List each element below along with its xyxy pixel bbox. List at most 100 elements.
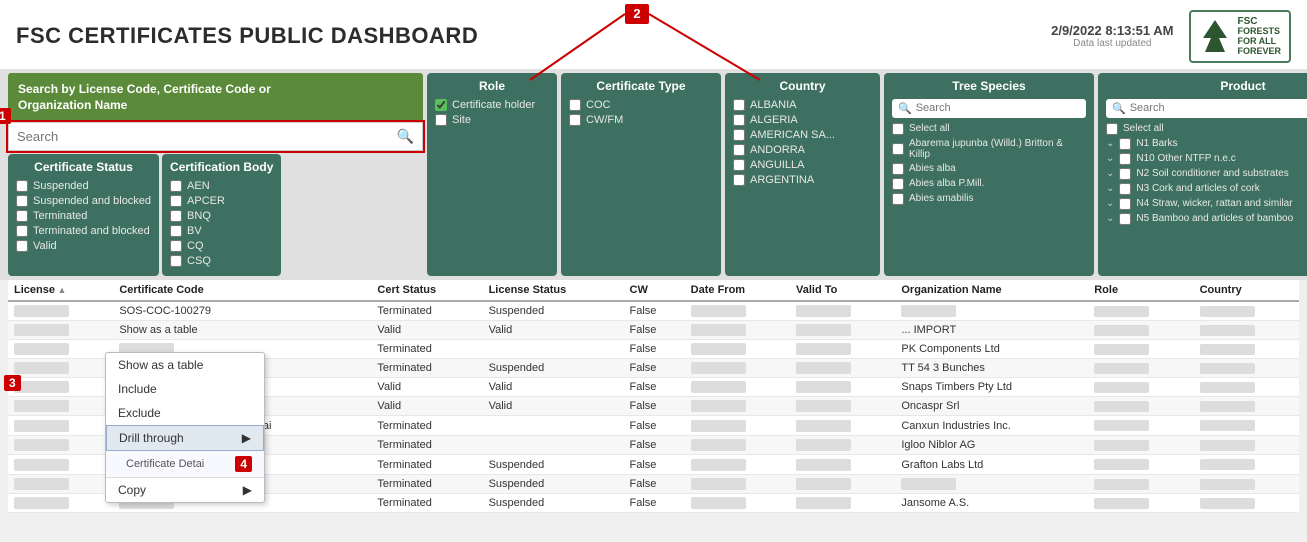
- cell-role: [1088, 416, 1193, 436]
- cell-role: [1088, 301, 1193, 321]
- country-item[interactable]: ARGENTINA: [733, 174, 872, 186]
- tree-species-checkbox[interactable]: [892, 123, 904, 135]
- cert-status-checkbox[interactable]: [16, 210, 28, 222]
- cert-body-item[interactable]: BV: [170, 225, 273, 237]
- tree-species-item[interactable]: Abarema jupunba (Willd.) Britton & Killi…: [892, 138, 1086, 160]
- product-search-input[interactable]: [1130, 102, 1307, 114]
- country-item[interactable]: ALGERIA: [733, 114, 872, 126]
- tree-species-item[interactable]: Abies alba: [892, 163, 1086, 175]
- tree-species-search-input[interactable]: [916, 102, 1080, 114]
- cell-license: [8, 455, 113, 475]
- cert-status-checkbox[interactable]: [16, 180, 28, 192]
- cert-type-checkbox[interactable]: [569, 99, 581, 111]
- cert-body-checkbox[interactable]: [170, 195, 182, 207]
- cert-status-item[interactable]: Terminated and blocked: [16, 225, 151, 237]
- tree-species-item[interactable]: Abies alba P.Mill.: [892, 178, 1086, 190]
- cert-body-item[interactable]: APCER: [170, 195, 273, 207]
- search-input-area: 1 🔍: [8, 122, 423, 151]
- cell-date-from: [685, 301, 790, 321]
- tree-species-checkbox[interactable]: [892, 178, 904, 190]
- cert-status-item[interactable]: Suspended and blocked: [16, 195, 151, 207]
- tree-species-checkbox[interactable]: [892, 143, 904, 155]
- cell-org-name: Oncaspr Srl: [895, 397, 1088, 416]
- country-label: AMERICAN SA...: [750, 129, 835, 141]
- cert-body-checkbox[interactable]: [170, 240, 182, 252]
- country-checkbox[interactable]: [733, 99, 745, 111]
- role-checkbox[interactable]: [435, 114, 447, 126]
- country-item[interactable]: AMERICAN SA...: [733, 129, 872, 141]
- cert-body-checkbox[interactable]: [170, 180, 182, 192]
- product-item[interactable]: ⌄ N3 Cork and articles of cork: [1106, 183, 1307, 195]
- table-row[interactable]: SOS-COC-100279 Terminated Suspended Fals…: [8, 301, 1299, 321]
- country-checkbox[interactable]: [733, 144, 745, 156]
- search-label: Search by License Code, Certificate Code…: [18, 81, 413, 115]
- tree-species-checkbox[interactable]: [892, 163, 904, 175]
- tree-species-checkbox[interactable]: [892, 193, 904, 205]
- country-checkbox[interactable]: [733, 114, 745, 126]
- product-item[interactable]: ⌄ N5 Bamboo and articles of bamboo: [1106, 213, 1307, 225]
- cell-license-status: Valid: [483, 321, 624, 340]
- product-search[interactable]: 🔍: [1106, 99, 1307, 118]
- cert-body-checkbox[interactable]: [170, 225, 182, 237]
- context-menu-item-cert-detail[interactable]: Certificate Detai4: [106, 451, 264, 477]
- table-row[interactable]: Show as a table Valid Valid False ... IM…: [8, 321, 1299, 340]
- role-title: Role: [435, 79, 549, 93]
- role-items: Certificate holder Site: [435, 99, 549, 126]
- cell-date-from: [685, 359, 790, 378]
- country-item[interactable]: ALBANIA: [733, 99, 872, 111]
- product-item[interactable]: ⌄ N10 Other NTFP n.e.c: [1106, 153, 1307, 165]
- cert-status-checkbox[interactable]: [16, 240, 28, 252]
- role-item[interactable]: Site: [435, 114, 549, 126]
- product-checkbox[interactable]: [1119, 198, 1131, 210]
- cert-body-label: BNQ: [187, 210, 211, 222]
- product-checkbox[interactable]: [1119, 213, 1131, 225]
- cert-body-checkbox[interactable]: [170, 210, 182, 222]
- product-checkbox[interactable]: [1119, 183, 1131, 195]
- cert-status-item[interactable]: Suspended: [16, 180, 151, 192]
- country-item[interactable]: ANGUILLA: [733, 159, 872, 171]
- cert-status-label: Valid: [33, 240, 57, 252]
- cell-cw: False: [624, 416, 685, 436]
- tree-species-item[interactable]: Abies amabilis: [892, 193, 1086, 205]
- cert-type-checkbox[interactable]: [569, 114, 581, 126]
- product-checkbox[interactable]: [1119, 138, 1131, 150]
- cell-role: [1088, 378, 1193, 397]
- context-menu-item-show-table[interactable]: Show as a table: [106, 353, 264, 377]
- role-checkbox[interactable]: [435, 99, 447, 111]
- cell-org-name: Canxun Industries Inc.: [895, 416, 1088, 436]
- cert-body-item[interactable]: BNQ: [170, 210, 273, 222]
- cert-type-item[interactable]: CW/FM: [569, 114, 713, 126]
- product-item[interactable]: ⌄ N1 Barks: [1106, 138, 1307, 150]
- cert-status-checkbox[interactable]: [16, 195, 28, 207]
- product-item[interactable]: ⌄ N2 Soil conditioner and substrates: [1106, 168, 1307, 180]
- cert-type-item[interactable]: COC: [569, 99, 713, 111]
- country-checkbox[interactable]: [733, 174, 745, 186]
- product-item[interactable]: Select all: [1106, 123, 1307, 135]
- context-menu-item-exclude[interactable]: Exclude: [106, 401, 264, 425]
- role-item[interactable]: Certificate holder: [435, 99, 549, 111]
- col-cert-status: Cert Status: [371, 280, 482, 301]
- table-section: License Certificate Code Cert Status Lic…: [0, 280, 1307, 513]
- tree-species-item[interactable]: Select all: [892, 123, 1086, 135]
- cert-status-item[interactable]: Terminated: [16, 210, 151, 222]
- main-search-input[interactable]: [17, 129, 391, 144]
- context-menu-item-drill[interactable]: Drill through ▶: [106, 425, 264, 451]
- product-item[interactable]: ⌄ N4 Straw, wicker, rattan and similar: [1106, 198, 1307, 210]
- product-checkbox[interactable]: [1119, 153, 1131, 165]
- context-menu-item-include[interactable]: Include: [106, 377, 264, 401]
- product-checkbox[interactable]: [1119, 168, 1131, 180]
- cert-status-item[interactable]: Valid: [16, 240, 151, 252]
- cell-cw: False: [624, 436, 685, 455]
- cell-license: [8, 475, 113, 494]
- country-item[interactable]: ANDORRA: [733, 144, 872, 156]
- tree-species-search[interactable]: 🔍: [892, 99, 1086, 118]
- context-menu-item-copy[interactable]: Copy ▶: [106, 478, 264, 502]
- product-checkbox[interactable]: [1106, 123, 1118, 135]
- cert-body-item[interactable]: CSQ: [170, 255, 273, 267]
- country-checkbox[interactable]: [733, 129, 745, 141]
- cert-body-checkbox[interactable]: [170, 255, 182, 267]
- country-checkbox[interactable]: [733, 159, 745, 171]
- cert-status-checkbox[interactable]: [16, 225, 28, 237]
- cert-body-item[interactable]: AEN: [170, 180, 273, 192]
- cert-body-item[interactable]: CQ: [170, 240, 273, 252]
